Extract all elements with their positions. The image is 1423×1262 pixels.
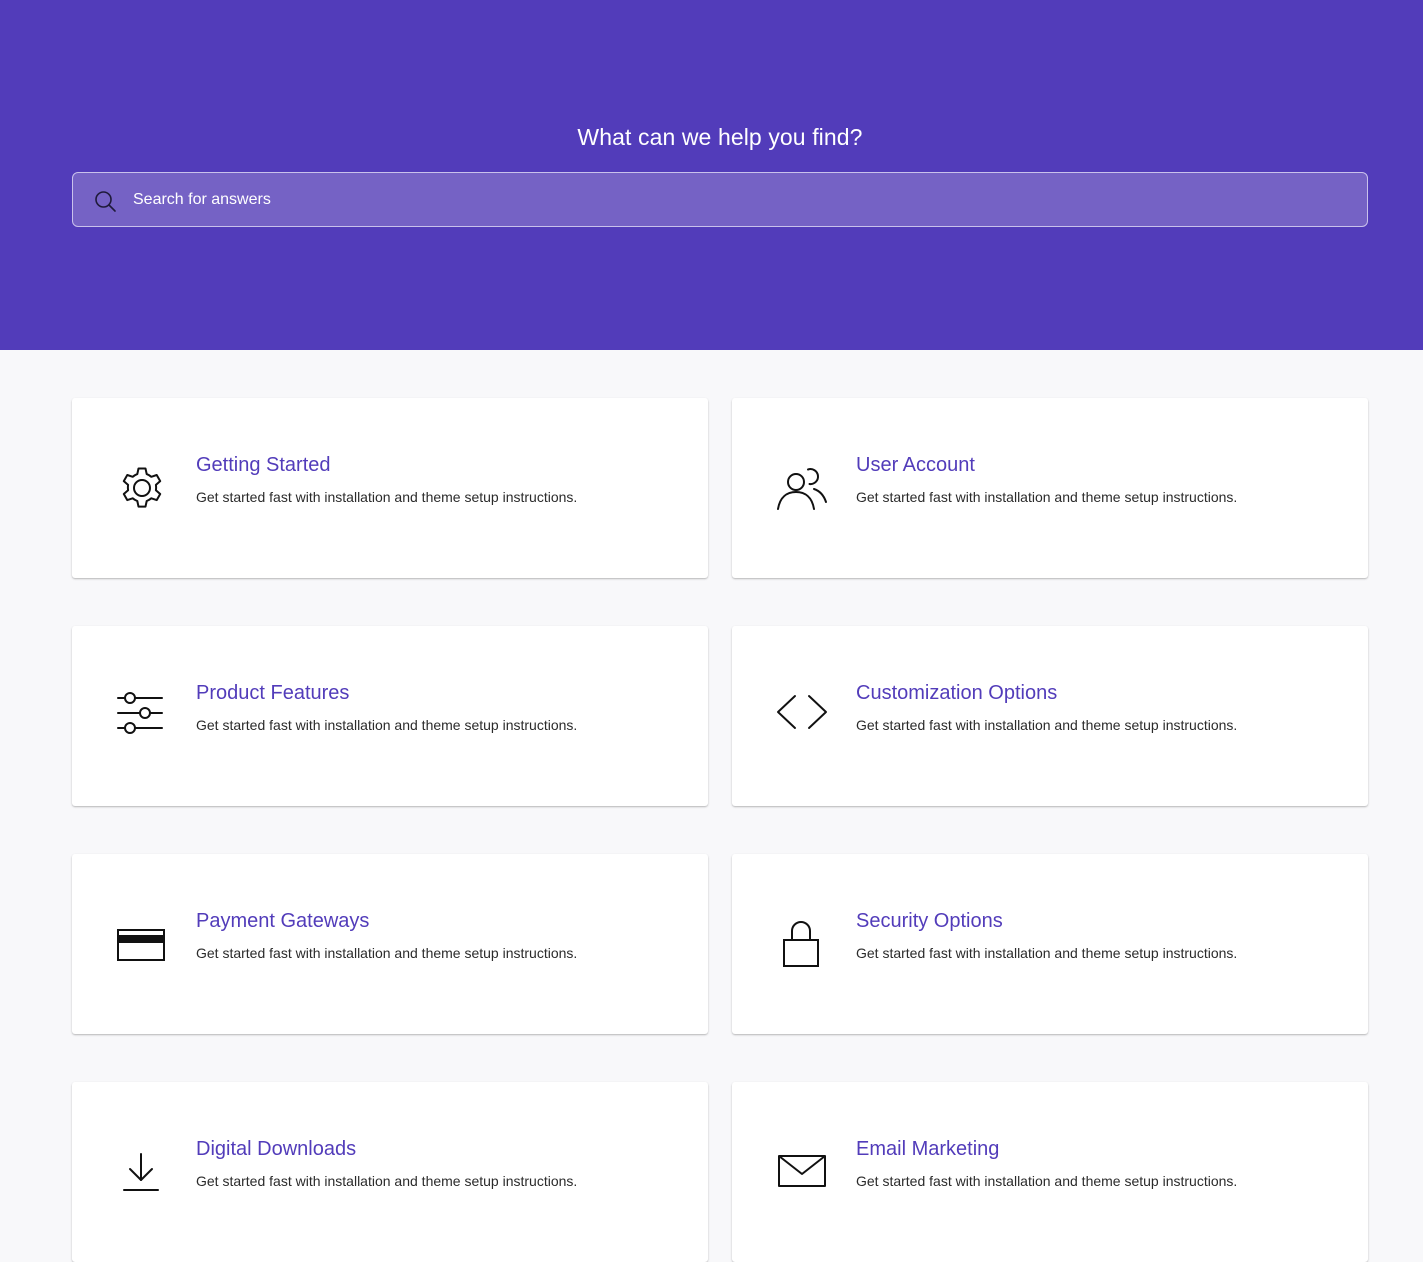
- card-title[interactable]: Product Features: [196, 682, 349, 705]
- envelope-icon: [776, 1148, 828, 1200]
- search-box[interactable]: [72, 172, 1368, 227]
- search-input[interactable]: [133, 173, 1333, 226]
- card-description: Get started fast with installation and t…: [196, 489, 578, 505]
- card-title[interactable]: Digital Downloads: [196, 1138, 356, 1161]
- category-card-email-marketing[interactable]: Email Marketing Get started fast with in…: [732, 1082, 1368, 1262]
- credit-card-icon: [116, 920, 168, 972]
- card-description: Get started fast with installation and t…: [856, 489, 1238, 505]
- card-title[interactable]: Payment Gateways: [196, 910, 369, 933]
- card-description: Get started fast with installation and t…: [196, 717, 578, 733]
- card-title[interactable]: Security Options: [856, 910, 1003, 933]
- card-title[interactable]: Getting Started: [196, 454, 331, 477]
- download-icon: [116, 1148, 168, 1200]
- sliders-icon: [116, 692, 168, 744]
- card-title[interactable]: User Account: [856, 454, 975, 477]
- card-description: Get started fast with installation and t…: [856, 1173, 1238, 1189]
- card-description: Get started fast with installation and t…: [856, 945, 1238, 961]
- search-icon[interactable]: [93, 189, 117, 213]
- code-icon: [776, 692, 828, 744]
- category-card-getting-started[interactable]: Getting Started Get started fast with in…: [72, 398, 708, 578]
- card-description: Get started fast with installation and t…: [196, 945, 578, 961]
- card-description: Get started fast with installation and t…: [196, 1173, 578, 1189]
- card-title[interactable]: Customization Options: [856, 682, 1057, 705]
- hero-banner: What can we help you find?: [0, 0, 1423, 350]
- category-card-user-account[interactable]: User Account Get started fast with insta…: [732, 398, 1368, 578]
- hero-title: What can we help you find?: [577, 124, 863, 150]
- lock-icon: [776, 920, 828, 972]
- category-card-security-options[interactable]: Security Options Get started fast with i…: [732, 854, 1368, 1034]
- category-card-payment-gateways[interactable]: Payment Gateways Get started fast with i…: [72, 854, 708, 1034]
- gear-icon: [116, 464, 168, 516]
- card-title[interactable]: Email Marketing: [856, 1138, 999, 1161]
- users-icon: [776, 464, 828, 516]
- category-card-digital-downloads[interactable]: Digital Downloads Get started fast with …: [72, 1082, 708, 1262]
- card-description: Get started fast with installation and t…: [856, 717, 1238, 733]
- category-card-customization-options[interactable]: Customization Options Get started fast w…: [732, 626, 1368, 806]
- category-card-product-features[interactable]: Product Features Get started fast with i…: [72, 626, 708, 806]
